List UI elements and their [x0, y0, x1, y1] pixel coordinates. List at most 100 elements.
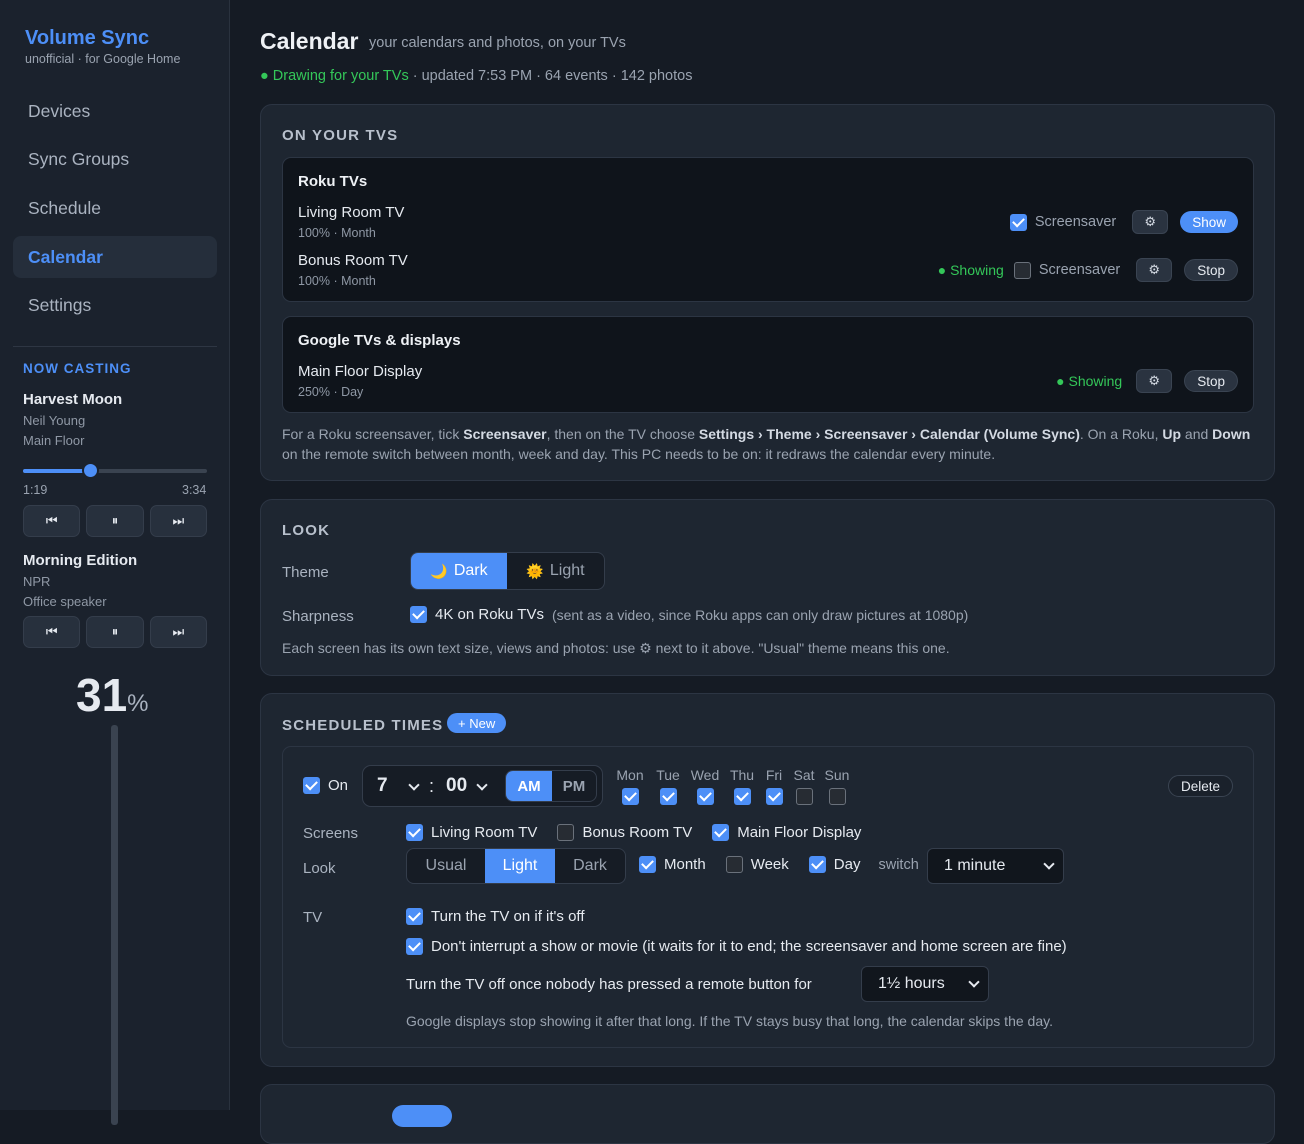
chevron-down-icon: [1043, 858, 1055, 870]
theme-light-option[interactable]: Light: [485, 849, 555, 883]
screen-living-room-checkbox[interactable]: [406, 824, 423, 841]
brand: Volume Sync unofficial · for Google Home: [25, 26, 180, 66]
wed-checkbox[interactable]: [696, 788, 714, 805]
on-your-tvs-card: ON YOUR TVS Roku TVs Living Room TV 100%…: [260, 104, 1275, 481]
minute-value[interactable]: 00: [446, 775, 467, 797]
sun-checkbox[interactable]: [828, 788, 846, 805]
new-schedule-button[interactable]: + New: [447, 713, 507, 733]
nav-devices[interactable]: Devices: [13, 90, 217, 132]
cast-2-device: Office speaker: [23, 594, 107, 609]
view-week-checkbox[interactable]: [725, 856, 743, 873]
add-button[interactable]: [392, 1105, 452, 1127]
hour-chevron-icon[interactable]: [408, 779, 420, 791]
pause-button[interactable]: ⏸: [86, 505, 144, 537]
tv-label: TV: [303, 909, 323, 926]
volume-value: 31: [76, 669, 128, 721]
cast-2-controls: ⏮ ⏸ ⏭: [23, 616, 207, 648]
turn-off-delay-select[interactable]: 1½ hours: [861, 966, 989, 1002]
theme-label: Theme: [282, 564, 329, 581]
time-separator: :: [429, 776, 435, 796]
app-subtitle: unofficial · for Google Home: [25, 52, 181, 66]
stop-button[interactable]: Stop: [1184, 370, 1238, 392]
pause-button[interactable]: ⏸: [86, 616, 144, 648]
bonus-room-screensaver-checkbox[interactable]: [1013, 261, 1031, 279]
bonus-room-tv-actions: ● Showing Screensaver ⚙ Stop: [938, 258, 1238, 282]
scheduled-times-heading: SCHEDULED TIMES: [282, 717, 444, 734]
delete-schedule-button[interactable]: Delete: [1167, 775, 1233, 797]
minute-chevron-icon[interactable]: [476, 779, 488, 791]
fri-checkbox[interactable]: [765, 788, 783, 805]
4k-checkbox[interactable]: [410, 606, 427, 623]
status-dot: ●: [260, 68, 269, 84]
living-room-tv-name: Living Room TV: [298, 204, 405, 221]
nav-calendar[interactable]: Calendar: [13, 236, 217, 278]
switch-label: switch: [878, 856, 919, 873]
bonus-room-tv-info: 100% · Month: [298, 274, 376, 288]
previous-track-button[interactable]: ⏮: [23, 505, 81, 537]
stop-button[interactable]: Stop: [1184, 259, 1238, 281]
cast-1-device: Main Floor: [23, 433, 85, 448]
look-card: LOOK Theme 🌙 Dark 🌞 Light Sharpness 4K on …: [260, 499, 1275, 676]
nav-schedule[interactable]: Schedule: [13, 187, 217, 229]
sat-checkbox[interactable]: [795, 788, 813, 805]
day-thu: Thu: [726, 767, 758, 805]
cast-1-elapsed: 1:19: [23, 483, 48, 497]
gear-icon[interactable]: ⚙: [1136, 258, 1173, 282]
view-day-checkbox[interactable]: [808, 856, 826, 873]
am-option[interactable]: AM: [506, 771, 552, 801]
next-track-button[interactable]: ⏭: [149, 505, 207, 537]
schedule-on-label: On: [328, 777, 349, 794]
screen-bonus-room-checkbox[interactable]: [557, 824, 575, 841]
moon-icon: 🌙: [430, 562, 448, 579]
cast-1-seek-slider[interactable]: [23, 462, 207, 479]
show-button[interactable]: Show: [1180, 211, 1238, 233]
on-your-tvs-heading: ON YOUR TVS: [282, 127, 399, 144]
view-month-checkbox[interactable]: [639, 856, 656, 873]
pm-option[interactable]: PM: [552, 771, 596, 801]
living-room-tv-info: 100% · Month: [298, 226, 376, 240]
living-room-screensaver-checkbox[interactable]: [1009, 213, 1027, 231]
cast-1-artist: Neil Young: [23, 413, 86, 428]
screen-main-floor-checkbox[interactable]: [712, 824, 730, 841]
schedule-on-checkbox[interactable]: [303, 777, 320, 794]
day-fri: Fri: [758, 767, 790, 805]
hour-value[interactable]: 7: [377, 775, 388, 797]
nav-sync-groups[interactable]: Sync Groups: [13, 138, 217, 180]
seek-handle[interactable]: [82, 462, 100, 479]
cast-1-title: Harvest Moon: [23, 391, 123, 408]
thu-checkbox[interactable]: [733, 788, 751, 805]
screensaver-label: Screensaver: [1034, 214, 1117, 230]
day-sun: Sun: [821, 767, 853, 805]
gear-icon[interactable]: ⚙: [1132, 210, 1169, 234]
showing-status: ● Showing: [937, 262, 1004, 278]
nav-settings[interactable]: Settings: [13, 284, 217, 326]
status-line: ● Drawing for your TVs · updated 7:53 PM…: [260, 68, 692, 84]
view-week-label: Week: [750, 856, 789, 873]
volume-slider[interactable]: [111, 725, 118, 1125]
status-live: Drawing for your TVs: [272, 68, 409, 84]
roku-tvs-panel: Roku TVs Living Room TV 100% · Month Scr…: [282, 157, 1254, 302]
view-month-label: Month: [664, 856, 706, 873]
schedule-theme-toggle: Usual Light Dark: [406, 848, 626, 884]
theme-dark-option[interactable]: 🌙 Dark: [411, 553, 507, 589]
main-floor-display-actions: ● Showing ⚙ Stop: [1056, 369, 1238, 393]
sun-icon: 🌞: [526, 562, 544, 579]
theme-dark-option[interactable]: Dark: [555, 849, 625, 883]
roku-tvs-title: Roku TVs: [298, 173, 368, 190]
previous-track-button[interactable]: ⏮: [23, 616, 81, 648]
page-subtitle: your calendars and photos, on your TVs: [369, 35, 626, 51]
gear-icon[interactable]: ⚙: [1136, 369, 1173, 393]
cast-1-controls: ⏮ ⏸ ⏭: [23, 505, 207, 537]
next-track-button[interactable]: ⏭: [149, 616, 207, 648]
switch-interval-select[interactable]: 1 minute: [927, 848, 1064, 884]
view-day-label: Day: [833, 856, 861, 873]
theme-usual-option[interactable]: Usual: [407, 849, 485, 883]
theme-light-option[interactable]: 🌞 Light: [507, 553, 604, 589]
turn-on-checkbox[interactable]: [406, 908, 423, 925]
screensaver-help-text: For a Roku screensaver, tick Screensaver…: [282, 426, 1251, 462]
no-interrupt-checkbox[interactable]: [406, 938, 423, 955]
mon-checkbox[interactable]: [621, 788, 639, 805]
screen-living-room-label: Living Room TV: [431, 824, 538, 841]
turn-off-label: Turn the TV off once nobody has pressed …: [406, 976, 812, 993]
tue-checkbox[interactable]: [659, 788, 677, 805]
